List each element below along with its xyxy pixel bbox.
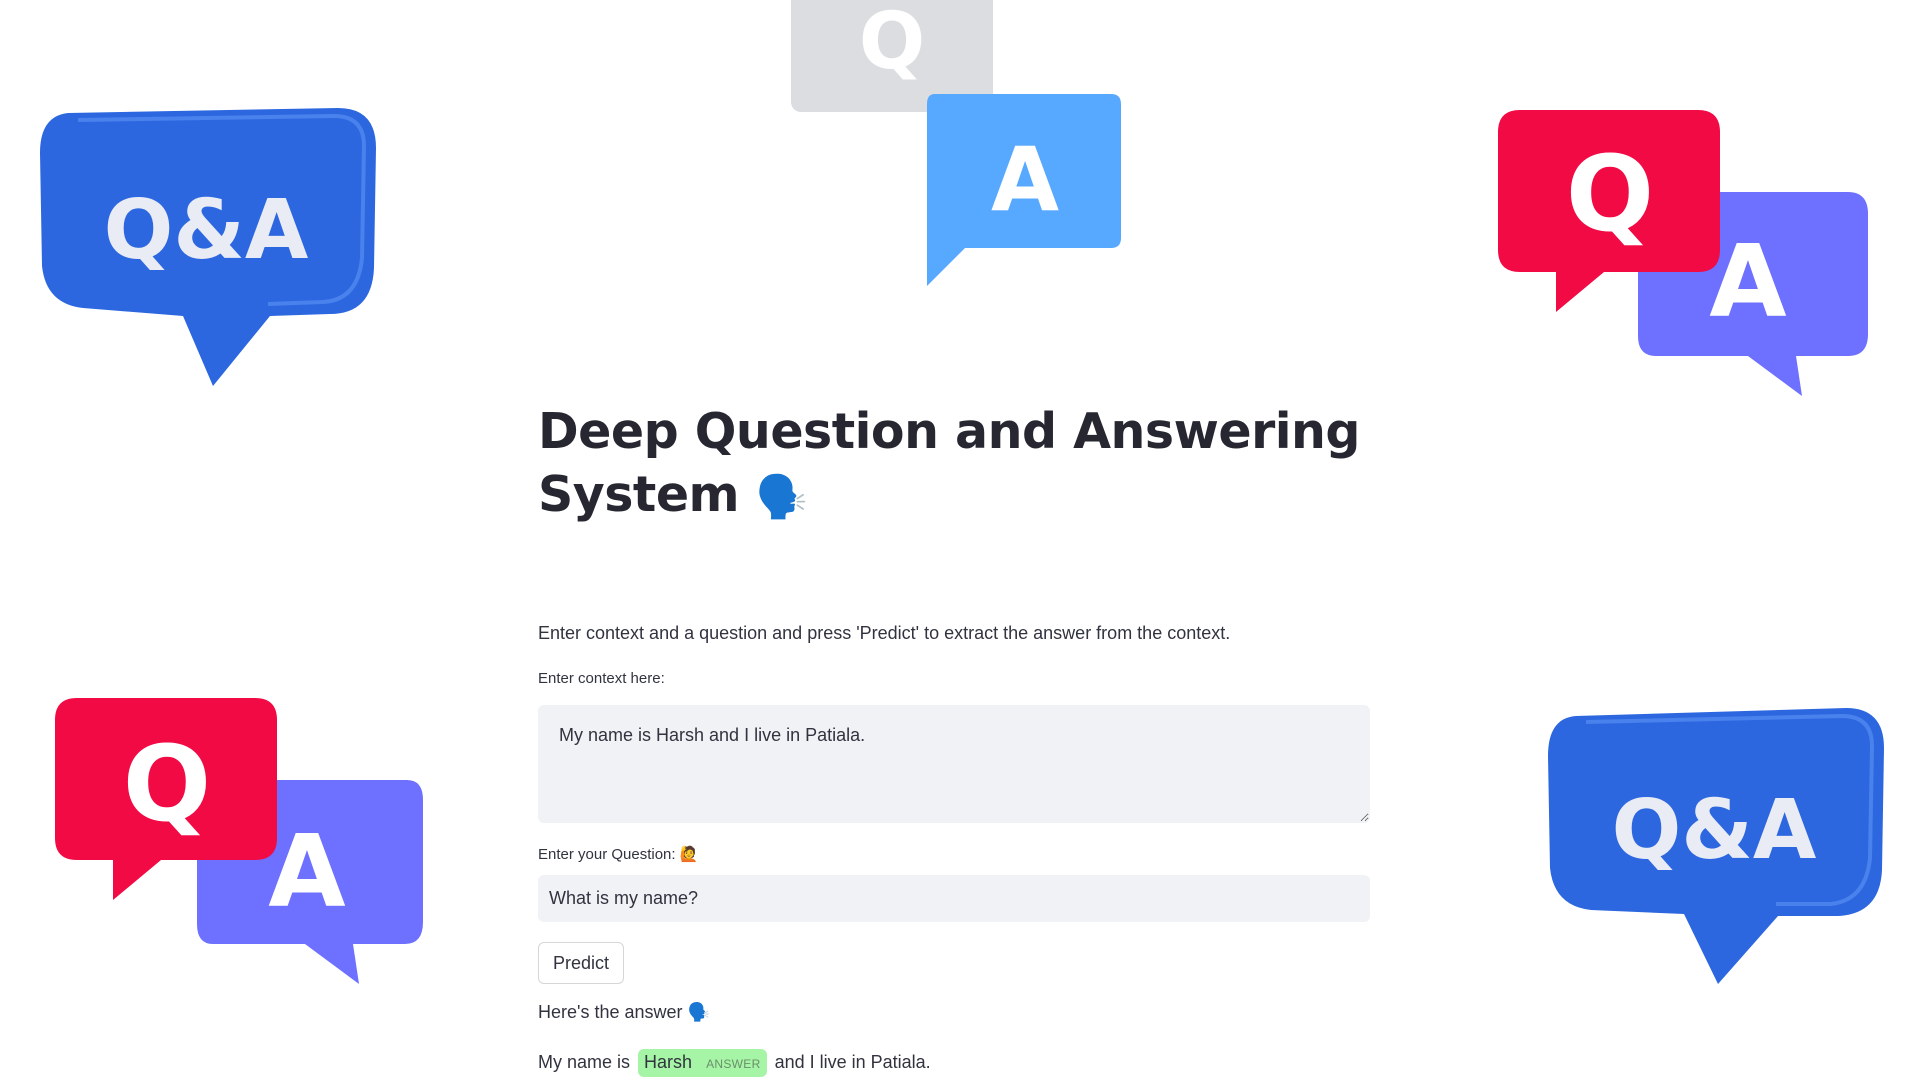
svg-text:Q&A: Q&A — [1612, 783, 1817, 878]
answer-sentence: My name is Harsh ANSWER and I live in Pat… — [538, 1048, 1370, 1077]
svg-text:A: A — [1709, 223, 1786, 340]
page-title-text: Deep Question and Answering System — [538, 403, 1361, 523]
answer-highlight-label: ANSWER — [706, 1057, 761, 1071]
question-input[interactable] — [538, 875, 1370, 922]
qa-bubble-bottom-right: Q&A — [1546, 708, 1886, 988]
context-label: Enter context here: — [538, 670, 665, 687]
a-bubble-top-center: A — [925, 94, 1121, 286]
answer-highlight: Harsh ANSWER — [638, 1049, 767, 1077]
predict-button[interactable]: Predict — [538, 942, 625, 984]
page: Q&A Q A A Q A Q Q&A Deep Question and An… — [0, 0, 1920, 1080]
speaking-head-icon: 🗣️ — [755, 472, 808, 521]
qa-pair-top-right: A Q — [1498, 108, 1868, 398]
question-label: Enter your Question: 🙋 — [538, 846, 699, 863]
main-content: Deep Question and Answering System 🗣️ En… — [538, 400, 1370, 1077]
qa-bubble-top-left: Q&A — [38, 108, 378, 388]
answer-prefix: My name is — [538, 1052, 631, 1072]
answer-heading: Here's the answer 🗣️ — [538, 1002, 710, 1022]
answer-suffix: and I live in Patiala. — [774, 1052, 931, 1072]
description-text: Enter context and a question and press '… — [538, 623, 1231, 643]
qa-bubble-text: Q&A — [104, 183, 309, 278]
context-textarea[interactable]: My name is Harsh and I live in Patiala. — [538, 705, 1370, 823]
svg-text:Q: Q — [1566, 133, 1654, 255]
answer-highlight-text: Harsh — [644, 1052, 693, 1072]
svg-text:Q: Q — [859, 0, 925, 87]
qa-pair-bottom-left: A Q — [55, 696, 425, 986]
page-title: Deep Question and Answering System 🗣️ — [538, 400, 1370, 528]
svg-text:A: A — [991, 128, 1059, 231]
svg-text:A: A — [268, 813, 345, 930]
svg-text:Q: Q — [123, 723, 211, 845]
